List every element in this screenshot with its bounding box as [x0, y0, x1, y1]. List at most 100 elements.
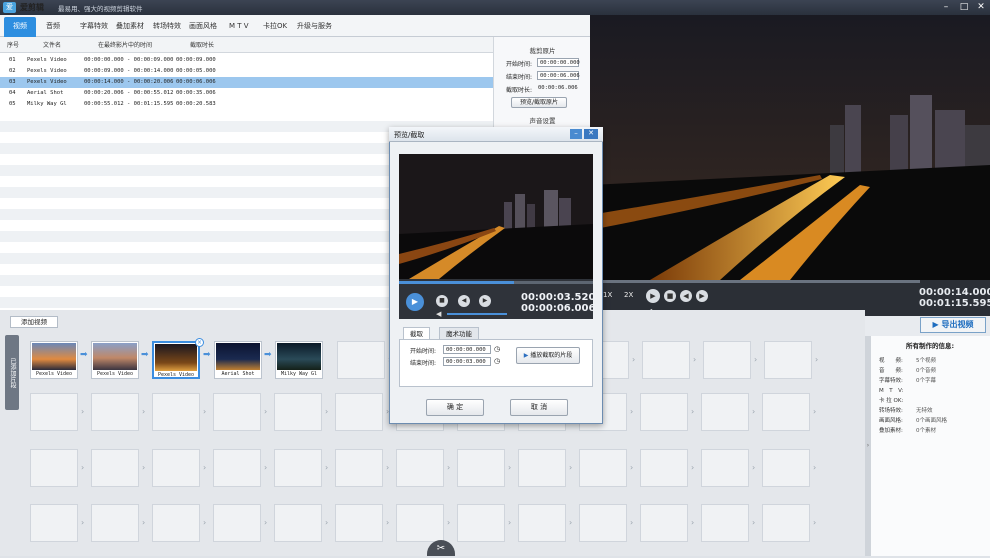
- tab-karaoke[interactable]: 卡拉OK: [263, 15, 287, 37]
- clip-1[interactable]: Pexels Video: [30, 341, 78, 379]
- clip-4[interactable]: Aerial Shot: [214, 341, 262, 379]
- empty-clip-slot[interactable]: [274, 504, 322, 542]
- end-time-input[interactable]: 00:00:06.006: [537, 71, 580, 80]
- tab-audio[interactable]: 音频: [46, 15, 60, 37]
- empty-clip-slot[interactable]: [152, 504, 200, 542]
- empty-clip-slot[interactable]: [701, 393, 749, 431]
- empty-clip-slot[interactable]: [764, 341, 812, 379]
- empty-clip-slot[interactable]: [703, 341, 751, 379]
- slot-arrow-icon: ›: [630, 518, 634, 527]
- add-video-button[interactable]: 添加视频: [10, 316, 58, 328]
- speed-2x[interactable]: 2X: [624, 291, 633, 299]
- empty-clip-slot[interactable]: [762, 393, 810, 431]
- empty-clip-slot[interactable]: [701, 449, 749, 487]
- empty-clip-slot[interactable]: [274, 393, 322, 431]
- cell-duration: 00:00:09.000: [176, 57, 216, 63]
- empty-clip-slot[interactable]: [91, 449, 139, 487]
- tab-style[interactable]: 画面风格: [189, 15, 217, 37]
- tab-mtv[interactable]: M T V: [229, 15, 249, 37]
- empty-clip-slot[interactable]: [518, 449, 566, 487]
- table-row[interactable]: 04 Aerial Shot 00:00:20.006 - 00:00:55.0…: [0, 88, 493, 99]
- clip-3-selected[interactable]: Pexels Video: [152, 341, 200, 379]
- dialog-cancel-button[interactable]: 取 消: [510, 399, 568, 416]
- table-row[interactable]: 01 Pexels Video 00:00:00.000 - 00:00:09.…: [0, 55, 493, 66]
- table-row[interactable]: 05 Milky Way Gl 00:00:55.012 - 00:01:15.…: [0, 99, 493, 110]
- dialog-stop-button[interactable]: ■: [436, 295, 448, 307]
- empty-clip-slot[interactable]: [579, 449, 627, 487]
- start-time-input[interactable]: 00:00:00.000: [537, 58, 580, 67]
- maximize-button[interactable]: □: [958, 1, 970, 13]
- tab-upgrade[interactable]: 升级与服务: [297, 15, 332, 37]
- current-time: 00:00:14.000: [919, 287, 990, 298]
- dialog-start-input[interactable]: 00:00:00.000: [443, 345, 491, 354]
- table-row[interactable]: 02 Pexels Video 00:00:09.000 - 00:00:14.…: [0, 66, 493, 77]
- close-button[interactable]: ✕: [975, 1, 987, 13]
- empty-clip-slot[interactable]: [640, 449, 688, 487]
- dialog-progress-fill: [399, 281, 514, 284]
- dialog-close-button[interactable]: ✕: [584, 129, 598, 139]
- empty-clip-slot[interactable]: [640, 393, 688, 431]
- stop-button[interactable]: ■: [664, 290, 676, 302]
- dialog-end-input[interactable]: 00:00:03.000: [443, 357, 491, 366]
- empty-clip-slot[interactable]: [152, 393, 200, 431]
- empty-clip-slot[interactable]: [335, 393, 383, 431]
- slot-arrow-icon: ›: [325, 463, 329, 472]
- tab-subtitle[interactable]: 字幕特效: [80, 15, 108, 37]
- empty-clip-slot[interactable]: [335, 504, 383, 542]
- remove-clip-icon[interactable]: ×: [195, 338, 204, 347]
- empty-clip-slot[interactable]: [152, 449, 200, 487]
- empty-clip-slot[interactable]: [30, 504, 78, 542]
- slot-arrow-icon: ›: [142, 463, 146, 472]
- speed-1x[interactable]: 1X: [603, 291, 612, 299]
- clip-5[interactable]: Milky Way Gl: [275, 341, 323, 379]
- play-trimmed-button[interactable]: ▶ 播放截取的片段: [516, 347, 580, 364]
- playback-progress[interactable]: [590, 280, 920, 283]
- empty-clip-slot[interactable]: [274, 449, 322, 487]
- empty-clip-slot[interactable]: [396, 504, 444, 542]
- tab-video[interactable]: 视频: [4, 17, 36, 37]
- dialog-volume-icon[interactable]: ◀: [436, 310, 441, 318]
- info-label: 视 频:: [879, 358, 903, 364]
- pick-start-icon[interactable]: ◷: [494, 345, 504, 354]
- empty-clip-slot[interactable]: [701, 504, 749, 542]
- empty-clip-slot[interactable]: [337, 341, 385, 379]
- tab-overlay[interactable]: 叠加素材: [116, 15, 144, 37]
- empty-clip-slot[interactable]: [579, 504, 627, 542]
- empty-clip-slot[interactable]: [30, 449, 78, 487]
- dialog-ok-button[interactable]: 确 定: [426, 399, 484, 416]
- export-video-button[interactable]: ▶ 导出视频: [920, 317, 986, 333]
- minimize-button[interactable]: –: [940, 1, 952, 13]
- play-button[interactable]: ▶: [646, 289, 660, 303]
- dialog-play-button[interactable]: ▶: [406, 293, 424, 311]
- dialog-volume-slider[interactable]: [447, 313, 507, 315]
- tab-transition[interactable]: 转场特效: [153, 15, 181, 37]
- empty-clip-slot[interactable]: [213, 393, 261, 431]
- pick-end-icon[interactable]: ◷: [494, 357, 504, 366]
- empty-clip-slot[interactable]: [457, 504, 505, 542]
- dialog-prev-button[interactable]: ◀: [458, 295, 470, 307]
- empty-clip-slot[interactable]: [518, 504, 566, 542]
- dialog-next-button[interactable]: ▶: [479, 295, 491, 307]
- empty-clip-slot[interactable]: [213, 504, 261, 542]
- tab-magic[interactable]: 魔术功能: [439, 327, 479, 339]
- dialog-minimize-button[interactable]: –: [570, 129, 582, 139]
- empty-clip-slot[interactable]: [30, 393, 78, 431]
- empty-clip-slot[interactable]: [762, 449, 810, 487]
- collapse-handle[interactable]: ›: [865, 336, 871, 556]
- empty-clip-slot[interactable]: [91, 504, 139, 542]
- empty-clip-slot[interactable]: [457, 449, 505, 487]
- empty-clip-slot[interactable]: [335, 449, 383, 487]
- preview-clip-button[interactable]: 预览/截取原片: [511, 97, 567, 108]
- empty-clip-slot[interactable]: [642, 341, 690, 379]
- tab-trim[interactable]: 截取: [403, 327, 430, 339]
- clip-2[interactable]: Pexels Video: [91, 341, 139, 379]
- empty-clip-slot[interactable]: [213, 449, 261, 487]
- empty-clip-slot[interactable]: [762, 504, 810, 542]
- empty-clip-slot[interactable]: [91, 393, 139, 431]
- empty-clip-slot[interactable]: [640, 504, 688, 542]
- empty-clip-slot[interactable]: [396, 449, 444, 487]
- added-clips-tab[interactable]: 已添加片段: [5, 335, 19, 410]
- prev-frame-button[interactable]: ◀: [680, 290, 692, 302]
- next-frame-button[interactable]: ▶: [696, 290, 708, 302]
- table-row-selected[interactable]: 03 Pexels Video 00:00:14.000 - 00:00:20.…: [0, 77, 493, 88]
